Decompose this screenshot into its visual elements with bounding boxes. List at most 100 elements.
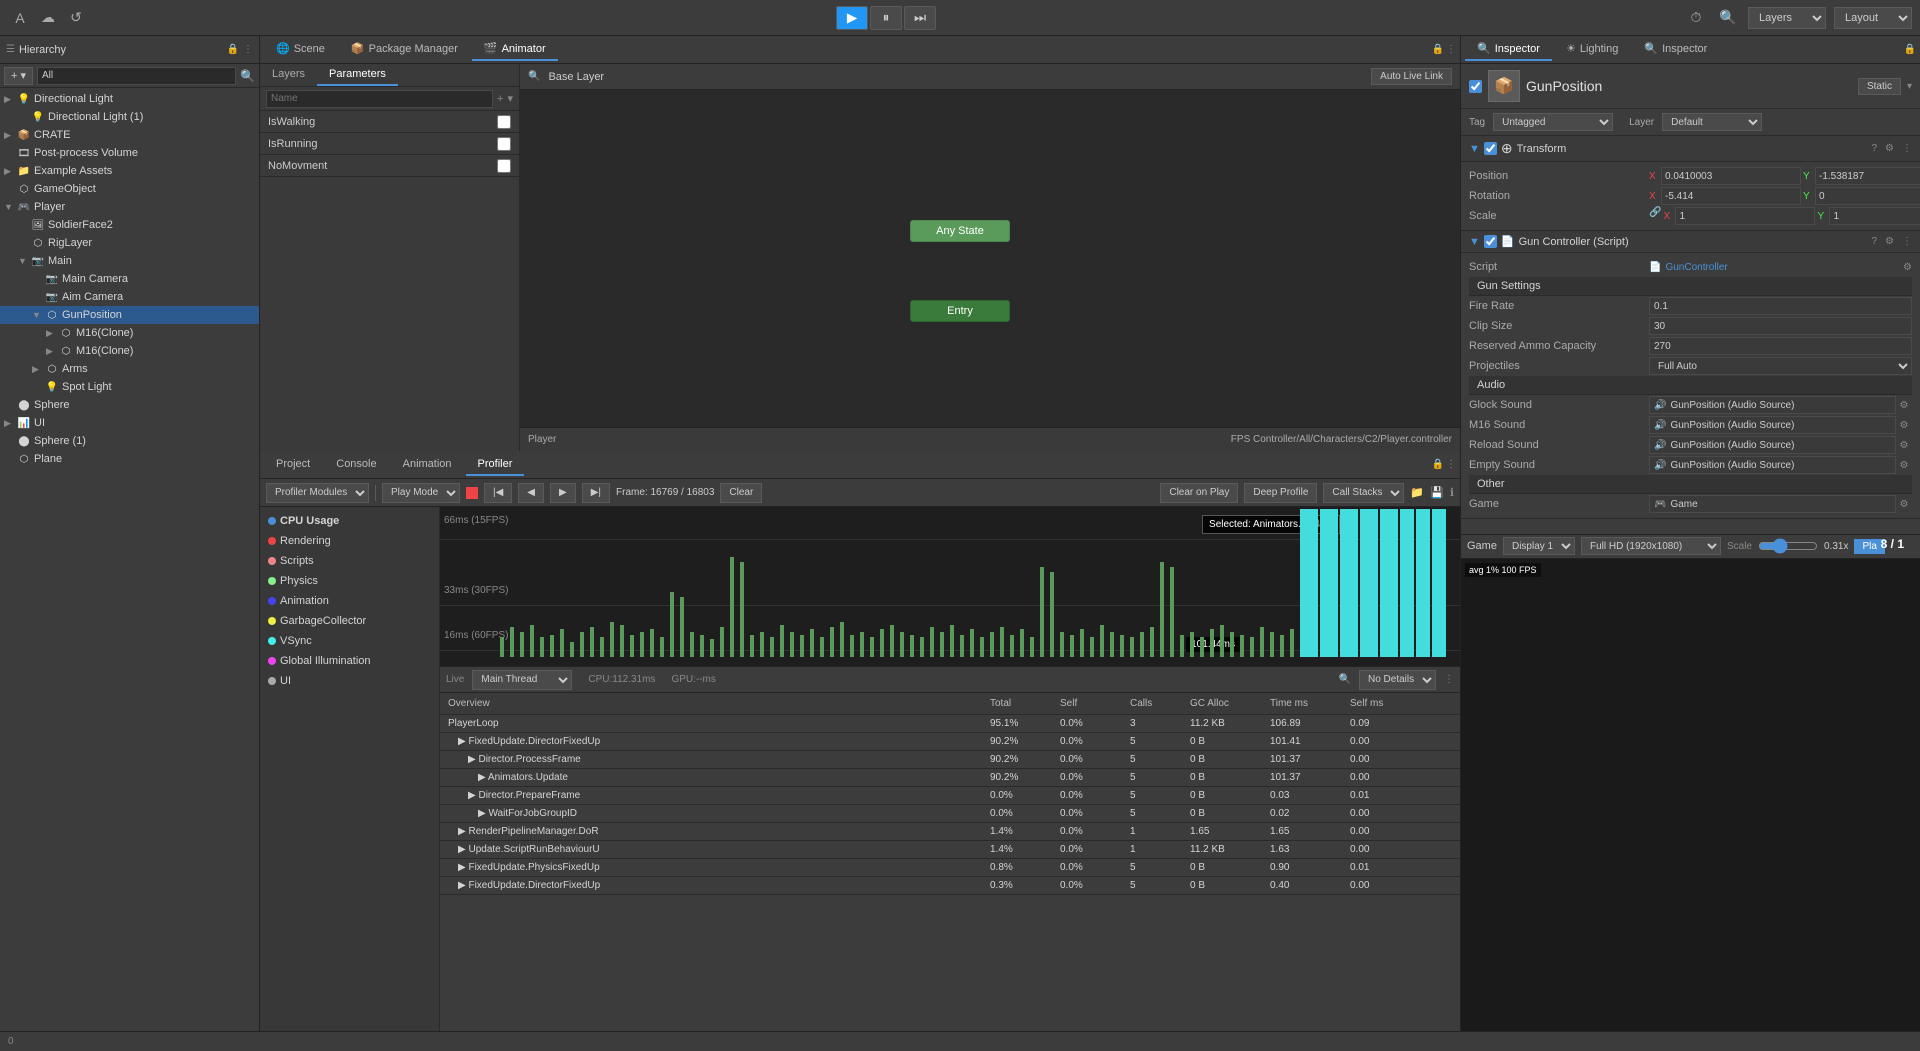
module-item[interactable]: Physics [260, 571, 439, 591]
param-checkbox[interactable] [497, 115, 511, 129]
gun-menu-icon[interactable]: ⋮ [1902, 236, 1912, 247]
tree-item[interactable]: ▶⬡Arms [0, 360, 259, 378]
game-ref[interactable]: 🎮 Game [1649, 495, 1896, 513]
param-menu-icon[interactable]: ▾ [507, 92, 513, 105]
m16-sound-settings[interactable]: ⚙ [1896, 417, 1912, 433]
header-cell[interactable]: Time ms [1266, 698, 1346, 709]
tab-package-manager[interactable]: 📦 Package Manager [339, 38, 470, 61]
table-row[interactable]: ▶ WaitForJobGroupID0.0%0.0%50 B0.020.00 [440, 805, 1460, 823]
pos-y-input[interactable] [1815, 167, 1920, 185]
transform-active-checkbox[interactable] [1484, 142, 1497, 155]
play-mode-dropdown[interactable]: Play Mode [382, 483, 460, 503]
display-dropdown[interactable]: Display 1 [1503, 537, 1575, 555]
tree-item[interactable]: ⬤Sphere [0, 396, 259, 414]
script-settings-icon[interactable]: ⚙ [1903, 262, 1912, 273]
profiler-icon3[interactable]: ℹ [1450, 486, 1454, 499]
search-icon[interactable]: 🔍 [1716, 6, 1740, 30]
gun-active-checkbox[interactable] [1484, 235, 1497, 248]
search-thread-icon[interactable]: 🔍 [1339, 674, 1351, 685]
prev-btn[interactable]: ◀ [518, 483, 544, 503]
tab-scene[interactable]: 🌐 Scene [264, 38, 337, 61]
deep-profile-btn[interactable]: Deep Profile [1244, 483, 1317, 503]
transform-help-icon[interactable]: ? [1871, 143, 1877, 154]
reload-sound-ref[interactable]: 🔊 GunPosition (Audio Source) [1649, 436, 1896, 454]
tree-item[interactable]: ▶⬡M16(Clone) [0, 324, 259, 342]
tree-item[interactable]: 📷Main Camera [0, 270, 259, 288]
projectiles-dropdown[interactable]: Full Auto [1649, 357, 1912, 375]
pos-x-input[interactable] [1661, 167, 1801, 185]
profiler-table[interactable]: OverviewTotalSelfCallsGC AllocTime msSel… [440, 693, 1460, 1031]
details-dropdown[interactable]: No Details [1359, 670, 1436, 690]
hierarchy-add-btn[interactable]: + ▾ [4, 67, 33, 85]
transform-settings-icon[interactable]: ⚙ [1885, 143, 1894, 154]
scale-x-input[interactable] [1675, 207, 1815, 225]
history-icon[interactable]: ⏱ [1684, 6, 1708, 30]
module-item[interactable]: GarbageCollector [260, 611, 439, 631]
tree-item[interactable]: 💡Directional Light (1) [0, 108, 259, 126]
param-checkbox[interactable] [497, 137, 511, 151]
tree-item[interactable]: ▶📊UI [0, 414, 259, 432]
table-row[interactable]: ▶ FixedUpdate.DirectorFixedUp90.2%0.0%50… [440, 733, 1460, 751]
clear-btn[interactable]: Clear [720, 483, 762, 503]
hierarchy-search-icon[interactable]: 🔍 [240, 69, 255, 83]
play-button[interactable]: ▶ [836, 6, 868, 30]
tag-dropdown[interactable]: Untagged [1493, 113, 1613, 131]
auto-live-link-btn[interactable]: Auto Live Link [1371, 68, 1452, 85]
reserved-ammo-input[interactable] [1649, 337, 1912, 355]
layers-tab[interactable]: Layers [260, 64, 317, 86]
profiler-chart[interactable]: 66ms (15FPS) 33ms (30FPS) 16ms (60FPS) S… [440, 507, 1460, 667]
module-item[interactable]: Animation [260, 591, 439, 611]
tab-animator[interactable]: 🎬 Animator [472, 38, 558, 61]
static-button[interactable]: Static [1858, 78, 1901, 95]
animator-node-anystate[interactable]: Any State [910, 220, 1010, 242]
gun-help-icon[interactable]: ? [1871, 236, 1877, 247]
game-settings[interactable]: ⚙ [1896, 496, 1912, 512]
prev-frame-btn[interactable]: |◀ [484, 483, 512, 503]
transform-header[interactable]: ▼ ⊕ Transform ? ⚙ ⋮ [1461, 136, 1920, 162]
tree-item[interactable]: ▶💡Directional Light [0, 90, 259, 108]
header-cell[interactable]: GC Alloc [1186, 698, 1266, 709]
param-add-icon[interactable]: + [497, 93, 503, 105]
table-row[interactable]: ▶ FixedUpdate.DirectorFixedUp0.3%0.0%50 … [440, 877, 1460, 895]
param-search[interactable] [266, 90, 493, 108]
module-item[interactable]: Rendering [260, 531, 439, 551]
rot-y-input[interactable] [1815, 187, 1920, 205]
param-checkbox[interactable] [497, 159, 511, 173]
tree-item[interactable]: ⬤Sphere (1) [0, 432, 259, 450]
header-cell[interactable]: Total [986, 698, 1056, 709]
glock-sound-ref[interactable]: 🔊 GunPosition (Audio Source) [1649, 396, 1896, 414]
module-item[interactable]: VSync [260, 631, 439, 651]
tree-item[interactable]: ⬡GameObject [0, 180, 259, 198]
table-row[interactable]: ▶ Director.ProcessFrame90.2%0.0%50 B101.… [440, 751, 1460, 769]
animator-search-icon[interactable]: 🔍 [528, 71, 540, 82]
tree-item[interactable]: ⬡RigLayer [0, 234, 259, 252]
gun-settings-icon[interactable]: ⚙ [1885, 236, 1894, 247]
tab-profiler[interactable]: Profiler [466, 454, 525, 476]
modules-dropdown[interactable]: Profiler Modules [266, 483, 369, 503]
tab-console[interactable]: Console [324, 454, 388, 476]
tab-animation[interactable]: Animation [391, 454, 464, 476]
static-dropdown-icon[interactable]: ▾ [1907, 81, 1912, 92]
inspector-scroll[interactable]: 📦 GunPosition Static ▾ Tag Untagged Laye… [1461, 64, 1920, 534]
script-ref[interactable]: GunController [1665, 262, 1727, 273]
pause-button[interactable]: ⏸ [870, 6, 902, 30]
parameters-tab[interactable]: Parameters [317, 64, 398, 86]
scale-slider[interactable] [1758, 538, 1818, 554]
call-stacks-dropdown[interactable]: Call Stacks [1323, 483, 1404, 503]
tree-item[interactable]: 🖼SoldierFace2 [0, 216, 259, 234]
reload-sound-settings[interactable]: ⚙ [1896, 437, 1912, 453]
clear-on-play-btn[interactable]: Clear on Play [1160, 483, 1238, 503]
next-btn[interactable]: ▶ [550, 483, 576, 503]
rot-x-input[interactable] [1661, 187, 1801, 205]
tree-item[interactable]: 📷Aim Camera [0, 288, 259, 306]
gun-controller-header[interactable]: ▼ 📄 Gun Controller (Script) ? ⚙ ⋮ [1461, 231, 1920, 253]
module-item[interactable]: Scripts [260, 551, 439, 571]
empty-sound-ref[interactable]: 🔊 GunPosition (Audio Source) [1649, 456, 1896, 474]
clip-size-input[interactable] [1649, 317, 1912, 335]
table-row[interactable]: ▶ FixedUpdate.PhysicsFixedUp0.8%0.0%50 B… [440, 859, 1460, 877]
tree-item[interactable]: ▼📷Main [0, 252, 259, 270]
layers-dropdown[interactable]: Layers [1748, 7, 1826, 29]
tree-item[interactable]: ▶📦CRATE [0, 126, 259, 144]
tree-item[interactable]: 💡Spot Light [0, 378, 259, 396]
header-cell[interactable]: Self ms [1346, 698, 1426, 709]
